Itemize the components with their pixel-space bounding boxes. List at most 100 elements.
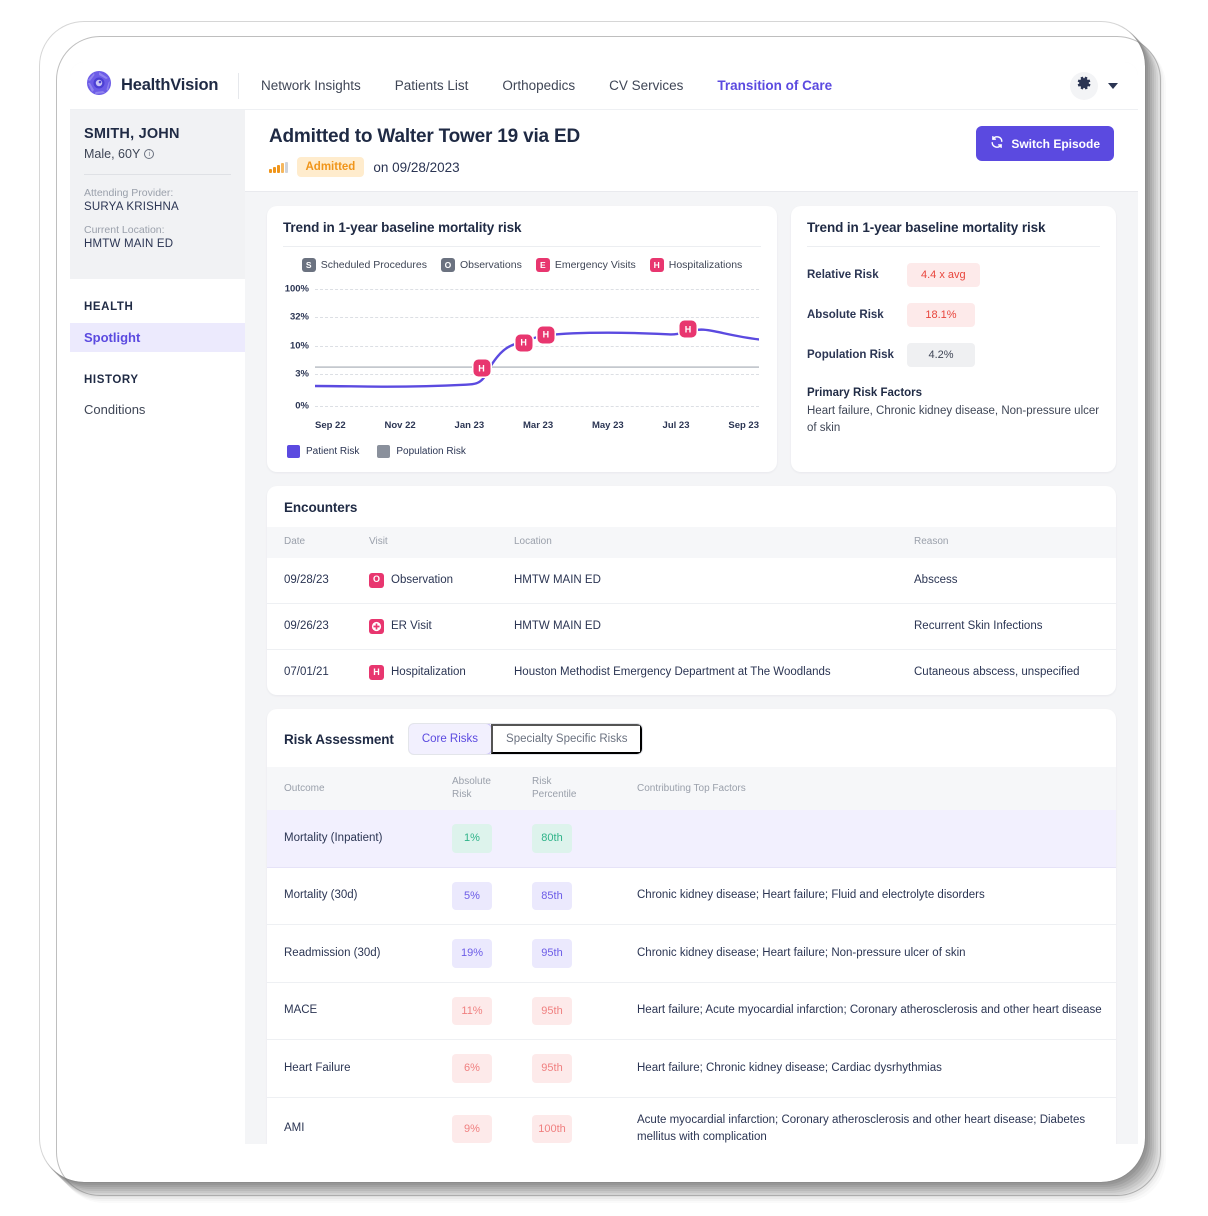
- absolute-risk-badge: 11%: [452, 996, 492, 1026]
- table-row[interactable]: MACE 11% 95th Heart failure; Acute myocardi…: [267, 982, 1116, 1041]
- sidebar-section-history: HISTORY: [84, 374, 139, 386]
- column-absolute-risk-line2: Risk: [452, 788, 472, 800]
- x-axis-tick: Mar 23: [523, 420, 554, 431]
- brand-divider: [238, 72, 239, 99]
- risk-absolute-cell: 11%: [442, 982, 522, 1041]
- y-axis-tick: 10%: [289, 340, 309, 351]
- legend-observations: O Observations: [440, 258, 522, 272]
- chart-top-legend: S Scheduled Procedures O Observations E …: [283, 258, 761, 272]
- main-content: Admitted to Walter Tower 19 via ED Admit…: [245, 110, 1138, 1144]
- risk-percentile-badge: 100th: [532, 1114, 572, 1144]
- nav-item-cv-services[interactable]: CV Services: [609, 78, 683, 93]
- table-row[interactable]: Mortality (Inpatient) 1% 80th: [267, 810, 1116, 868]
- encounter-location: Houston Methodist Emergency Department a…: [514, 666, 831, 678]
- encounter-date: 09/26/23: [267, 603, 359, 651]
- y-axis-tick: 32%: [289, 311, 309, 323]
- table-row[interactable]: 09/26/23 ER Visit HMTW MAIN ED Recurrent…: [267, 603, 1116, 651]
- switch-episode-button[interactable]: Switch Episode: [976, 126, 1114, 161]
- column-contributing-factors: Contributing Top Factors: [627, 767, 1116, 811]
- current-location-label: Current Location:: [84, 224, 165, 236]
- event-marker-hospitalization[interactable]: H: [537, 326, 555, 344]
- table-row[interactable]: AMI 9% 100th Acute myocardial infarction; C…: [267, 1097, 1116, 1144]
- er-cross-icon: [369, 618, 384, 634]
- risk-percentile-cell: 80th: [522, 810, 627, 868]
- legend-population-risk: Population Risk: [377, 445, 466, 458]
- x-axis-tick: Sep 23: [728, 420, 759, 431]
- info-icon[interactable]: i: [144, 149, 155, 159]
- x-axis-tick: Jan 23: [454, 420, 485, 431]
- risk-assessment-header: Risk Assessment Core Risks Specialty Spe…: [267, 709, 1116, 767]
- brand-logo[interactable]: HealthVision: [86, 70, 238, 101]
- chevron-down-icon[interactable]: [1108, 82, 1118, 89]
- relative-risk-value: 4.4 x avg: [907, 263, 980, 287]
- legend-hospitalizations: H Hospitalizations: [649, 258, 742, 272]
- risk-absolute-cell: 5%: [442, 867, 522, 926]
- current-location-field: Current Location: HMTW MAIN ED: [84, 224, 231, 250]
- risk-assessment-tabs: Core Risks Specialty Specific Risks: [407, 723, 644, 756]
- population-risk-label: Population Risk: [807, 349, 894, 361]
- main-nav: Network Insights Patients List Orthopedi…: [261, 78, 1070, 93]
- sidebar-item-spotlight[interactable]: Spotlight: [70, 323, 245, 352]
- nav-item-network-insights[interactable]: Network Insights: [261, 78, 361, 93]
- trend-chart-card: Trend in 1-year baseline mortality risk …: [267, 206, 777, 472]
- nav-item-transition-of-care[interactable]: Transition of Care: [717, 78, 832, 93]
- population-risk-value: 4.2%: [907, 343, 975, 367]
- column-outcome: Outcome: [267, 767, 442, 811]
- table-row[interactable]: Mortality (30d) 5% 85th Chronic kidney dise…: [267, 867, 1116, 926]
- column-visit: Visit: [359, 527, 504, 558]
- divider: [807, 246, 1100, 247]
- absolute-risk-badge: 6%: [452, 1054, 492, 1083]
- nav-item-orthopedics[interactable]: Orthopedics: [502, 78, 575, 93]
- population-risk-swatch: [377, 445, 391, 458]
- event-marker-hospitalization[interactable]: H: [679, 320, 697, 338]
- encounters-title: Encounters: [284, 500, 358, 515]
- attending-provider-value: SURYA KRISHNA: [84, 201, 179, 213]
- risk-assessment-body: Mortality (Inpatient) 1% 80th Mortality (30…: [267, 810, 1116, 1144]
- attending-provider-field: Attending Provider: SURYA KRISHNA: [84, 187, 231, 213]
- page-header: Admitted to Walter Tower 19 via ED Admit…: [245, 110, 1138, 192]
- absolute-risk-badge: 5%: [452, 881, 492, 911]
- encounter-reason: Abscess: [904, 557, 1116, 604]
- table-header-row: Outcome Absolute Risk Risk Percentile Co…: [267, 767, 1116, 811]
- risk-outcome: Heart Failure: [267, 1039, 442, 1098]
- app-window: HealthVision Network Insights Patients L…: [70, 62, 1138, 1144]
- event-marker-hospitalization[interactable]: H: [473, 359, 490, 377]
- tab-core-risks[interactable]: Core Risks: [408, 724, 493, 755]
- risk-outcome: Mortality (Inpatient): [267, 810, 442, 868]
- encounter-visit-label: Observation: [391, 573, 454, 586]
- table-row[interactable]: Heart Failure 6% 95th Heart failure; Chroni…: [267, 1039, 1116, 1098]
- tab-specialty-specific-risks[interactable]: Specialty Specific Risks: [491, 724, 643, 755]
- aperture-icon: [86, 70, 112, 101]
- encounter-visit: ER Visit: [359, 603, 504, 651]
- encounters-card: Encounters Date Visit Location Reason 09…: [267, 486, 1116, 696]
- absolute-risk-label: Absolute Risk: [807, 309, 884, 321]
- risk-percentile-cell: 95th: [522, 924, 627, 983]
- trend-chart-plot: 100% 32% 10% 3% 0% H H H H: [285, 278, 759, 413]
- content-scroll-area[interactable]: Trend in 1-year baseline mortality risk …: [245, 192, 1138, 1144]
- population-risk-row: Population Risk 4.2%: [807, 343, 1100, 367]
- risk-percentile-cell: 95th: [522, 982, 627, 1041]
- observation-icon: O: [369, 572, 384, 588]
- legend-label: Emergency Visits: [554, 259, 636, 271]
- hospitalization-icon: H: [369, 665, 384, 681]
- risk-assessment-title: Risk Assessment: [284, 731, 394, 747]
- event-marker-hospitalization[interactable]: H: [515, 334, 533, 352]
- page-title: Admitted to Walter Tower 19 via ED: [269, 126, 580, 147]
- chart-bottom-legend: Patient Risk Population Risk: [287, 445, 761, 458]
- refresh-icon: [990, 135, 1004, 152]
- table-row[interactable]: 09/28/23 O Observation HMTW MAIN ED Absc…: [267, 557, 1116, 604]
- settings-button[interactable]: [1070, 71, 1098, 100]
- nav-item-patients-list[interactable]: Patients List: [395, 78, 469, 93]
- risk-contributing-factors: [627, 810, 1116, 868]
- column-reason: Reason: [904, 527, 1116, 558]
- encounter-visit-label: Hospitalization: [391, 666, 466, 678]
- sidebar-item-conditions[interactable]: Conditions: [84, 396, 231, 423]
- sidebar-nav: HEALTH Spotlight HISTORY Conditions: [70, 301, 245, 423]
- risk-outcome: AMI: [267, 1097, 442, 1144]
- charts-row: Trend in 1-year baseline mortality risk …: [267, 206, 1116, 472]
- patient-demographics: Male, 60Y i: [84, 147, 231, 161]
- current-location-value: HMTW MAIN ED: [84, 238, 174, 250]
- table-row[interactable]: 07/01/21 H Hospitalization Houston Metho…: [267, 650, 1116, 696]
- table-row[interactable]: Readmission (30d) 19% 95th Chronic kidney d…: [267, 924, 1116, 983]
- column-location: Location: [504, 527, 904, 558]
